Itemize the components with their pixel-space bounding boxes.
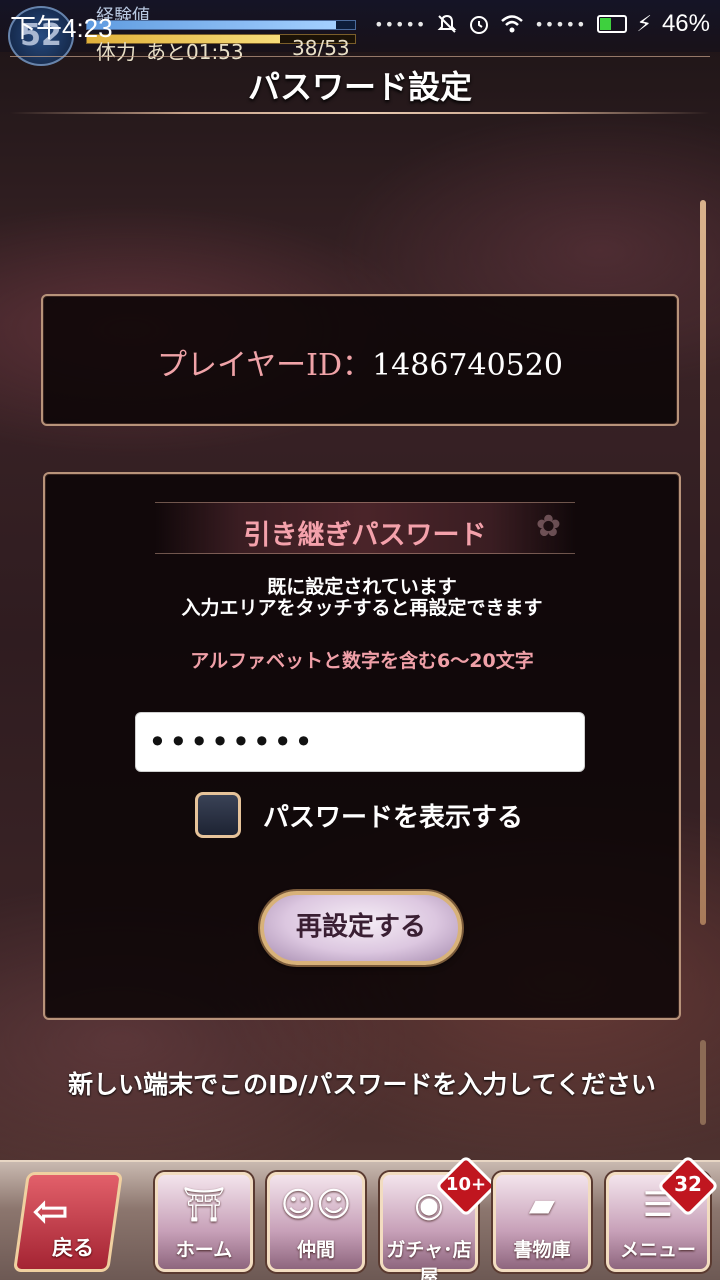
password-heading-banner: 引き継ぎパスワード ✿ xyxy=(155,502,575,554)
nav-library-button[interactable]: ▰ 書物庫 xyxy=(493,1172,591,1272)
nav-menu-label: メニュー xyxy=(619,1239,696,1261)
notifications-off-icon xyxy=(437,14,457,33)
battery-icon xyxy=(596,15,627,33)
show-password-label[interactable]: パスワードを表示する xyxy=(263,797,523,834)
gacha-badge-count: 10+ xyxy=(445,1174,487,1195)
wifi-icon xyxy=(501,15,524,33)
battery-fill xyxy=(599,18,611,30)
nav-home-label: ホーム xyxy=(175,1239,233,1261)
stamina-timer: あと01:53 xyxy=(146,40,244,64)
title-divider xyxy=(10,112,710,114)
password-info-line2: 入力エリアをタッチすると再設定できます xyxy=(181,597,543,619)
system-status-icons: ••••• ••••• ⚡ 46% xyxy=(374,10,710,38)
nav-party-button[interactable]: ☺☺ 仲間 xyxy=(267,1172,365,1272)
scrollbar-thumb[interactable] xyxy=(700,200,706,925)
alarm-icon xyxy=(470,16,489,34)
back-arrow-icon: ⇦ xyxy=(32,1186,69,1237)
charging-icon: ⚡ xyxy=(636,11,652,37)
password-panel: 引き継ぎパスワード ✿ 既に設定されています 入力エリアをタッチすると再設定でき… xyxy=(43,472,681,1020)
password-input[interactable]: •••••••• xyxy=(135,712,585,772)
sakura-flower-icon: ✿ xyxy=(535,509,561,544)
back-button-label[interactable]: 戻る xyxy=(52,1232,94,1262)
nav-home-button[interactable]: ⛩ ホーム xyxy=(155,1172,253,1272)
password-rule: アルファベットと数字を含む6〜20文字 xyxy=(190,650,534,672)
player-id-row: プレイヤーID：1486740520 xyxy=(43,340,677,384)
torii-gate-icon: ⛩ xyxy=(182,1185,226,1225)
exp-bar xyxy=(86,20,356,30)
player-id-label: プレイヤーID： xyxy=(157,348,373,383)
reset-password-button[interactable]: 再設定する xyxy=(260,891,462,965)
password-heading: 引き継ぎパスワード xyxy=(243,520,487,551)
party-members-icon: ☺☺ xyxy=(280,1185,352,1225)
exp-bar-fill xyxy=(87,21,337,29)
player-id-panel: プレイヤーID：1486740520 xyxy=(41,294,679,426)
battery-percent: 46% xyxy=(661,10,710,37)
nav-gacha-label: ガチャ･店屋 xyxy=(386,1239,472,1280)
footer-note: 新しい端末でこのID/パスワードを入力してください xyxy=(68,1070,656,1099)
menu-badge-count: 32 xyxy=(674,1172,702,1196)
page-title: パスワード設定 xyxy=(247,68,472,106)
nav-library-label: 書物庫 xyxy=(513,1239,571,1261)
show-password-checkbox[interactable] xyxy=(195,792,241,838)
nav-party-label: 仲間 xyxy=(296,1239,335,1261)
book-icon: ▰ xyxy=(528,1185,556,1225)
signal-dots-icon: ••••• xyxy=(374,14,427,34)
player-id-value: 1486740520 xyxy=(372,348,563,383)
status-clock: 下午4:23 xyxy=(10,13,113,43)
header-top-rule xyxy=(10,56,710,57)
signal-dots-icon-2: ••••• xyxy=(534,14,587,34)
